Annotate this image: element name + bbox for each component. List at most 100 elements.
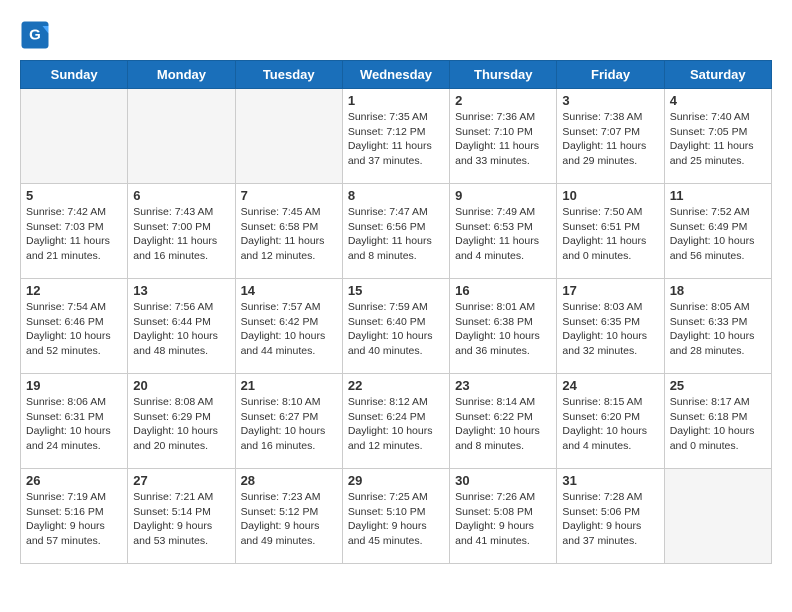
day-number: 28	[241, 473, 337, 488]
day-number: 7	[241, 188, 337, 203]
day-info: Sunrise: 8:10 AMSunset: 6:27 PMDaylight:…	[241, 395, 337, 454]
calendar-cell-30: 30 Sunrise: 7:26 AMSunset: 5:08 PMDayligh…	[450, 469, 557, 564]
calendar-cell-3: 3 Sunrise: 7:38 AMSunset: 7:07 PMDaylight…	[557, 89, 664, 184]
day-info: Sunrise: 7:25 AMSunset: 5:10 PMDaylight:…	[348, 490, 444, 549]
day-number: 8	[348, 188, 444, 203]
calendar-cell-22: 22 Sunrise: 8:12 AMSunset: 6:24 PMDayligh…	[342, 374, 449, 469]
day-number: 15	[348, 283, 444, 298]
day-number: 5	[26, 188, 122, 203]
day-number: 23	[455, 378, 551, 393]
week-row-3: 12 Sunrise: 7:54 AMSunset: 6:46 PMDayligh…	[21, 279, 772, 374]
calendar-cell-15: 15 Sunrise: 7:59 AMSunset: 6:40 PMDayligh…	[342, 279, 449, 374]
logo-icon: G	[20, 20, 50, 50]
week-row-5: 26Sunrise: 7:19 AMSunset: 5:16 PMDayligh…	[21, 469, 772, 564]
calendar-cell-14: 14 Sunrise: 7:57 AMSunset: 6:42 PMDayligh…	[235, 279, 342, 374]
day-header-thursday: Thursday	[450, 61, 557, 89]
day-number: 9	[455, 188, 551, 203]
day-header-tuesday: Tuesday	[235, 61, 342, 89]
day-info: Sunrise: 7:49 AMSunset: 6:53 PMDaylight:…	[455, 205, 551, 264]
calendar-cell-11: 11 Sunrise: 7:52 AMSunset: 6:49 PMDayligh…	[664, 184, 771, 279]
calendar-cell-6: 6 Sunrise: 7:43 AMSunset: 7:00 PMDaylight…	[128, 184, 235, 279]
day-number: 10	[562, 188, 658, 203]
day-number: 12	[26, 283, 122, 298]
calendar-cell-empty	[664, 469, 771, 564]
calendar-cell-17: 17Sunrise: 8:03 AMSunset: 6:35 PMDayligh…	[557, 279, 664, 374]
day-number: 3	[562, 93, 658, 108]
day-info: Sunrise: 8:15 AMSunset: 6:20 PMDaylight:…	[562, 395, 658, 454]
calendar-cell-28: 28 Sunrise: 7:23 AMSunset: 5:12 PMDayligh…	[235, 469, 342, 564]
day-number: 29	[348, 473, 444, 488]
day-info: Sunrise: 7:42 AMSunset: 7:03 PMDaylight:…	[26, 205, 122, 264]
day-info: Sunrise: 7:38 AMSunset: 7:07 PMDaylight:…	[562, 110, 658, 169]
day-info: Sunrise: 8:01 AMSunset: 6:38 PMDaylight:…	[455, 300, 551, 359]
day-info: Sunrise: 7:50 AMSunset: 6:51 PMDaylight:…	[562, 205, 658, 264]
logo: G	[20, 20, 54, 50]
calendar-cell-26: 26Sunrise: 7:19 AMSunset: 5:16 PMDayligh…	[21, 469, 128, 564]
day-info: Sunrise: 8:14 AMSunset: 6:22 PMDaylight:…	[455, 395, 551, 454]
calendar-cell-9: 9 Sunrise: 7:49 AMSunset: 6:53 PMDaylight…	[450, 184, 557, 279]
calendar-cell-12: 12 Sunrise: 7:54 AMSunset: 6:46 PMDayligh…	[21, 279, 128, 374]
day-info: Sunrise: 8:06 AMSunset: 6:31 PMDaylight:…	[26, 395, 122, 454]
day-info: Sunrise: 8:08 AMSunset: 6:29 PMDaylight:…	[133, 395, 229, 454]
calendar-cell-27: 27 Sunrise: 7:21 AMSunset: 5:14 PMDayligh…	[128, 469, 235, 564]
calendar-table: SundayMondayTuesdayWednesdayThursdayFrid…	[20, 60, 772, 564]
page-header: G	[20, 20, 772, 50]
day-number: 11	[670, 188, 766, 203]
calendar-cell-21: 21 Sunrise: 8:10 AMSunset: 6:27 PMDayligh…	[235, 374, 342, 469]
calendar-cell-empty	[21, 89, 128, 184]
day-info: Sunrise: 7:45 AMSunset: 6:58 PMDaylight:…	[241, 205, 337, 264]
calendar-cell-25: 25Sunrise: 8:17 AMSunset: 6:18 PMDayligh…	[664, 374, 771, 469]
calendar-cell-31: 31Sunrise: 7:28 AMSunset: 5:06 PMDayligh…	[557, 469, 664, 564]
day-number: 13	[133, 283, 229, 298]
calendar-cell-18: 18Sunrise: 8:05 AMSunset: 6:33 PMDayligh…	[664, 279, 771, 374]
day-number: 20	[133, 378, 229, 393]
day-number: 4	[670, 93, 766, 108]
day-number: 1	[348, 93, 444, 108]
day-number: 14	[241, 283, 337, 298]
calendar-cell-empty	[235, 89, 342, 184]
day-info: Sunrise: 7:52 AMSunset: 6:49 PMDaylight:…	[670, 205, 766, 264]
day-info: Sunrise: 7:19 AMSunset: 5:16 PMDaylight:…	[26, 490, 122, 549]
day-number: 2	[455, 93, 551, 108]
week-row-4: 19Sunrise: 8:06 AMSunset: 6:31 PMDayligh…	[21, 374, 772, 469]
calendar-cell-10: 10 Sunrise: 7:50 AMSunset: 6:51 PMDayligh…	[557, 184, 664, 279]
day-info: Sunrise: 7:26 AMSunset: 5:08 PMDaylight:…	[455, 490, 551, 549]
day-number: 6	[133, 188, 229, 203]
calendar-cell-16: 16 Sunrise: 8:01 AMSunset: 6:38 PMDayligh…	[450, 279, 557, 374]
day-header-friday: Friday	[557, 61, 664, 89]
day-number: 27	[133, 473, 229, 488]
calendar-cell-19: 19Sunrise: 8:06 AMSunset: 6:31 PMDayligh…	[21, 374, 128, 469]
day-info: Sunrise: 7:57 AMSunset: 6:42 PMDaylight:…	[241, 300, 337, 359]
calendar-cell-20: 20 Sunrise: 8:08 AMSunset: 6:29 PMDayligh…	[128, 374, 235, 469]
day-info: Sunrise: 7:59 AMSunset: 6:40 PMDaylight:…	[348, 300, 444, 359]
calendar-cell-8: 8 Sunrise: 7:47 AMSunset: 6:56 PMDaylight…	[342, 184, 449, 279]
calendar-cell-24: 24 Sunrise: 8:15 AMSunset: 6:20 PMDayligh…	[557, 374, 664, 469]
week-row-2: 5 Sunrise: 7:42 AMSunset: 7:03 PMDaylight…	[21, 184, 772, 279]
calendar-cell-2: 2 Sunrise: 7:36 AMSunset: 7:10 PMDaylight…	[450, 89, 557, 184]
day-info: Sunrise: 7:35 AMSunset: 7:12 PMDaylight:…	[348, 110, 444, 169]
day-info: Sunrise: 7:56 AMSunset: 6:44 PMDaylight:…	[133, 300, 229, 359]
day-number: 25	[670, 378, 766, 393]
svg-text:G: G	[29, 27, 41, 44]
calendar-cell-empty	[128, 89, 235, 184]
calendar-cell-4: 4Sunrise: 7:40 AMSunset: 7:05 PMDaylight…	[664, 89, 771, 184]
day-info: Sunrise: 7:23 AMSunset: 5:12 PMDaylight:…	[241, 490, 337, 549]
day-number: 21	[241, 378, 337, 393]
day-number: 24	[562, 378, 658, 393]
day-info: Sunrise: 7:28 AMSunset: 5:06 PMDaylight:…	[562, 490, 658, 549]
day-info: Sunrise: 7:47 AMSunset: 6:56 PMDaylight:…	[348, 205, 444, 264]
day-info: Sunrise: 8:12 AMSunset: 6:24 PMDaylight:…	[348, 395, 444, 454]
day-info: Sunrise: 7:21 AMSunset: 5:14 PMDaylight:…	[133, 490, 229, 549]
day-number: 22	[348, 378, 444, 393]
day-header-monday: Monday	[128, 61, 235, 89]
day-header-saturday: Saturday	[664, 61, 771, 89]
day-number: 17	[562, 283, 658, 298]
day-info: Sunrise: 7:43 AMSunset: 7:00 PMDaylight:…	[133, 205, 229, 264]
day-info: Sunrise: 7:36 AMSunset: 7:10 PMDaylight:…	[455, 110, 551, 169]
day-info: Sunrise: 7:54 AMSunset: 6:46 PMDaylight:…	[26, 300, 122, 359]
calendar-cell-29: 29 Sunrise: 7:25 AMSunset: 5:10 PMDayligh…	[342, 469, 449, 564]
day-info: Sunrise: 8:05 AMSunset: 6:33 PMDaylight:…	[670, 300, 766, 359]
calendar-cell-7: 7 Sunrise: 7:45 AMSunset: 6:58 PMDaylight…	[235, 184, 342, 279]
day-number: 16	[455, 283, 551, 298]
day-number: 30	[455, 473, 551, 488]
